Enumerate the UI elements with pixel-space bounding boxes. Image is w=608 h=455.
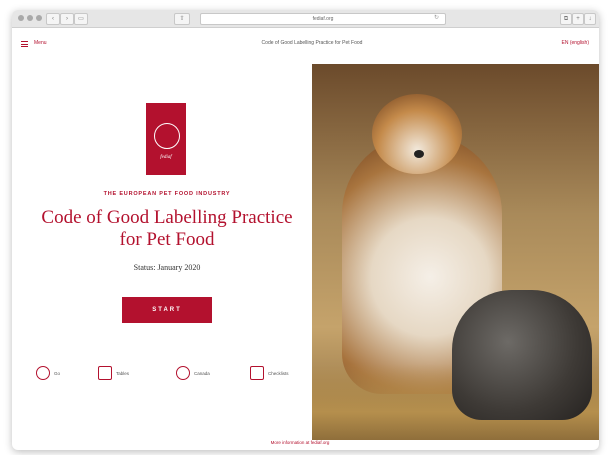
maximize-window-icon[interactable] xyxy=(36,15,42,21)
fediaf-logo: fediaf xyxy=(146,103,186,175)
feature-label: Tables xyxy=(116,370,130,376)
new-tab-button[interactable]: + xyxy=(572,13,584,25)
status-date: Status: January 2020 xyxy=(133,263,201,272)
feature-label: Checklists xyxy=(268,370,289,376)
back-button[interactable]: ‹ xyxy=(46,13,60,25)
organisation-kicker: THE EUROPEAN PET FOOD INDUSTRY xyxy=(103,191,231,197)
feature-tables[interactable]: Tables xyxy=(98,365,129,381)
footer-link[interactable]: More information at fediaf.org xyxy=(240,440,360,445)
menu-label[interactable]: Menu xyxy=(34,40,47,46)
window-controls xyxy=(18,15,42,21)
dog-head xyxy=(372,94,462,174)
feature-go[interactable]: Go xyxy=(36,365,60,381)
hero-title: Code of Good Labelling Practice for Pet … xyxy=(41,207,293,250)
page-heading: Code of Good Labelling Practice for Pet … xyxy=(261,40,363,46)
hamburger-menu-icon[interactable] xyxy=(21,41,28,47)
kitten-figure xyxy=(452,290,592,420)
hero-photo-dog-and-kitten xyxy=(312,64,599,440)
logo-dog-emblem-icon xyxy=(154,123,180,149)
minimize-window-icon[interactable] xyxy=(27,15,33,21)
sidebar-toggle-button[interactable]: ▭ xyxy=(74,13,88,25)
forward-button[interactable]: › xyxy=(60,13,74,25)
clock-icon xyxy=(36,366,50,380)
start-button[interactable]: START xyxy=(122,297,212,323)
feature-label: Go xyxy=(54,370,61,376)
checklist-icon xyxy=(250,366,264,380)
hero-panel: fediaf THE EUROPEAN PET FOOD INDUSTRY Co… xyxy=(12,61,312,446)
dog-nose xyxy=(414,150,424,158)
close-window-icon[interactable] xyxy=(18,15,24,21)
browser-window: ‹ › ▭ ⇧ fediaf.org ↻ ⧉ + ↓ Menu Code of … xyxy=(12,10,599,450)
table-icon xyxy=(98,366,112,380)
cloud-icon xyxy=(176,366,190,380)
browser-toolbar: ‹ › ▭ ⇧ fediaf.org ↻ ⧉ + ↓ xyxy=(12,10,599,28)
reload-icon[interactable]: ↻ xyxy=(434,13,439,23)
address-bar[interactable]: fediaf.org xyxy=(200,13,446,25)
downloads-button[interactable]: ↓ xyxy=(584,13,596,25)
site-header: Menu Code of Good Labelling Practice for… xyxy=(12,27,599,61)
language-switch[interactable]: EN (english) xyxy=(561,40,589,46)
tabs-button[interactable]: ⧉ xyxy=(560,13,572,25)
feature-label: Canada xyxy=(194,370,210,376)
feature-checklists[interactable]: Checklists xyxy=(250,365,289,381)
share-icon[interactable]: ⇧ xyxy=(174,13,190,25)
logo-text: fediaf xyxy=(160,155,172,160)
feature-canada[interactable]: Canada xyxy=(176,365,210,381)
